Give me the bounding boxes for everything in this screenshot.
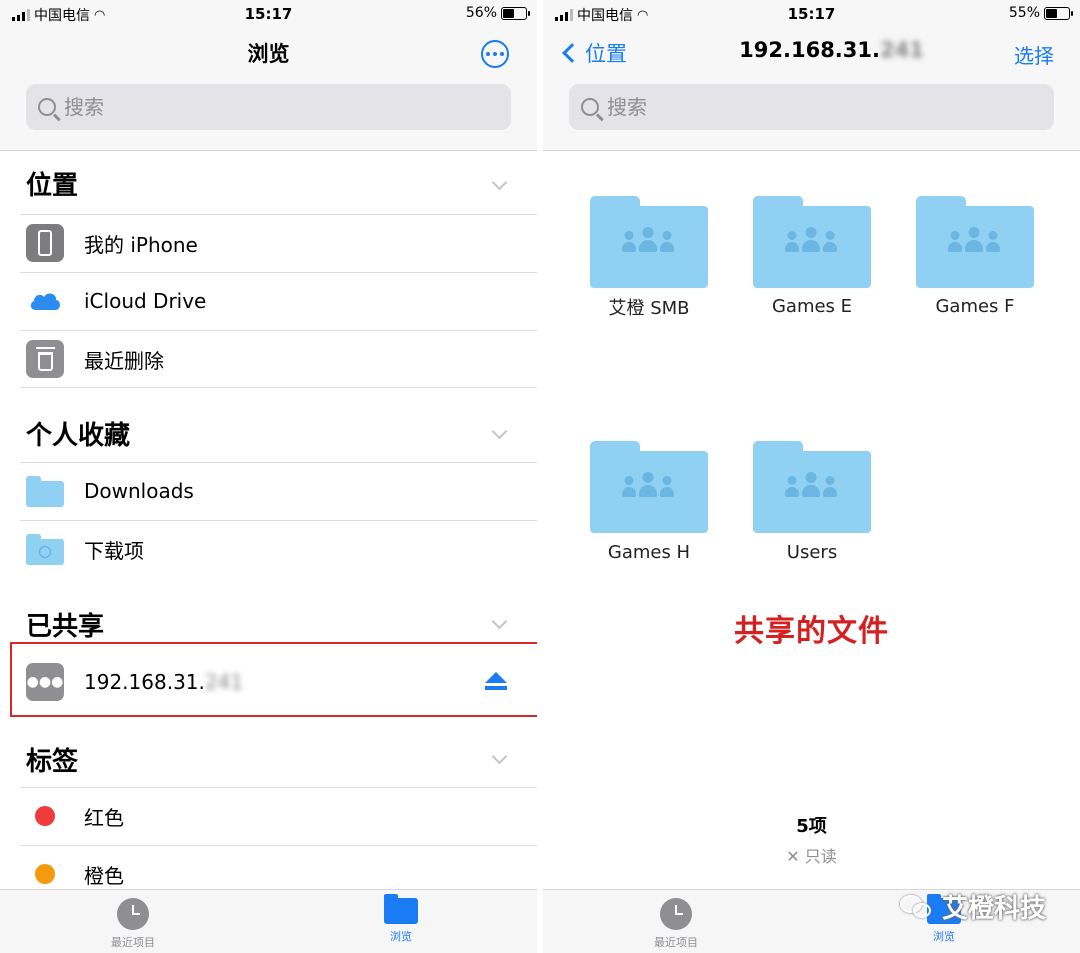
shared-folder-icon[interactable] — [753, 441, 871, 533]
select-button[interactable]: 选择 — [1014, 40, 1054, 69]
tag-red[interactable]: 红色 — [20, 787, 537, 845]
highlight-annotation-box — [10, 642, 548, 717]
battery-icon — [501, 6, 530, 20]
shared-folder-icon[interactable] — [916, 196, 1034, 288]
title-address: 192.168.31. — [739, 38, 880, 62]
page-title: 192.168.31.241 — [583, 38, 1080, 62]
download-folder-icon — [26, 530, 64, 568]
favorite-label: Downloads — [84, 479, 194, 503]
chevron-down-icon[interactable] — [491, 613, 508, 630]
battery-percent: 55% — [1008, 5, 1040, 21]
battery-percent: 56% — [465, 5, 497, 21]
tab-bar: 最近项目 浏览 — [0, 889, 537, 953]
search-bar[interactable] — [569, 84, 1054, 130]
status-bar: 中国电信 ◠ 15:17 56% — [0, 0, 537, 28]
tag-dot-wrap — [26, 797, 64, 835]
status-time: 15:17 — [244, 5, 293, 23]
readonly-status: ✕ 只读 — [786, 847, 837, 866]
tab-label: 最近项目 — [111, 936, 155, 949]
tab-label: 最近项目 — [654, 936, 698, 949]
favorite-download-items[interactable]: 下载项 — [20, 520, 537, 578]
status-bar: 中国电信 ◠ 15:17 55% — [543, 0, 1080, 28]
browse-screen: 中国电信 ◠ 15:17 56% 浏览 位置 我的 iPhone iCloud … — [0, 0, 537, 953]
icloud-icon — [26, 282, 64, 320]
location-label: iCloud Drive — [84, 289, 207, 313]
folder-icon — [26, 472, 64, 510]
tag-label: 橙色 — [84, 863, 124, 888]
location-icloud-drive[interactable]: iCloud Drive — [20, 272, 537, 330]
chevron-down-icon[interactable] — [491, 174, 508, 191]
orange-tag-dot-icon — [35, 864, 55, 884]
watermark-text: 艾橙科技 — [941, 894, 1046, 924]
title-address-blurred: 241 — [879, 38, 924, 62]
status-time: 15:17 — [787, 5, 836, 23]
folder-icon — [384, 894, 418, 924]
chevron-left-icon — [562, 43, 582, 63]
section-shared-header[interactable]: 已共享 — [26, 606, 104, 643]
watermark: 艾橙科技 — [899, 888, 1046, 925]
folder-grid: 艾橙 SMB Games E Games F Games H Users — [543, 151, 1080, 889]
battery: 56% — [465, 5, 530, 21]
search-input[interactable] — [64, 95, 264, 119]
folder-label[interactable]: Games E — [732, 296, 892, 317]
folder-label[interactable]: Games F — [895, 296, 1055, 317]
location-label: 最近删除 — [84, 348, 164, 373]
tab-recents[interactable]: 最近项目 — [73, 898, 193, 950]
location-my-iphone[interactable]: 我的 iPhone — [20, 214, 537, 272]
chevron-down-icon[interactable] — [491, 423, 508, 440]
tag-label: 红色 — [84, 805, 124, 830]
tag-dot-wrap — [26, 855, 64, 893]
folder-label[interactable]: Games H — [569, 542, 729, 563]
location-recently-deleted[interactable]: 最近删除 — [20, 330, 537, 388]
search-icon — [581, 98, 599, 116]
tab-label: 浏览 — [933, 930, 955, 943]
battery: 55% — [1008, 5, 1073, 21]
chevron-down-icon[interactable] — [491, 748, 508, 765]
shared-folder-icon[interactable] — [590, 441, 708, 533]
clock-icon — [117, 898, 149, 930]
battery-icon — [1044, 6, 1073, 20]
item-count: 5项 — [796, 816, 827, 837]
section-favorites-header[interactable]: 个人收藏 — [26, 415, 130, 452]
search-input[interactable] — [607, 95, 807, 119]
iphone-icon — [26, 224, 64, 262]
page-title: 浏览 — [247, 42, 290, 66]
server-screen: 中国电信 ◠ 15:17 55% 位置 192.168.31.241 选择 艾橙… — [543, 0, 1080, 953]
divider — [20, 387, 537, 388]
section-locations-header[interactable]: 位置 — [26, 165, 78, 202]
section-tags-header[interactable]: 标签 — [26, 741, 78, 778]
favorite-downloads[interactable]: Downloads — [20, 462, 537, 520]
annotation-shared-files: 共享的文件 — [734, 614, 889, 649]
shared-folder-icon[interactable] — [590, 196, 708, 288]
red-tag-dot-icon — [35, 806, 55, 826]
location-label: 我的 iPhone — [84, 232, 198, 257]
tab-label: 浏览 — [390, 930, 412, 943]
more-options-button[interactable] — [481, 40, 509, 68]
shared-folder-icon[interactable] — [753, 196, 871, 288]
trash-icon — [26, 340, 64, 378]
tab-recents[interactable]: 最近项目 — [616, 898, 736, 950]
folder-label[interactable]: Users — [732, 542, 892, 563]
favorite-label: 下载项 — [84, 538, 144, 563]
wechat-logo-icon — [899, 893, 934, 921]
search-icon — [38, 98, 56, 116]
tab-browse[interactable]: 浏览 — [341, 894, 461, 944]
browse-list: 位置 我的 iPhone iCloud Drive 最近删除 个人收藏 Down… — [0, 151, 537, 889]
clock-icon — [660, 898, 692, 930]
folder-label[interactable]: 艾橙 SMB — [569, 294, 729, 320]
search-bar[interactable] — [26, 84, 511, 130]
